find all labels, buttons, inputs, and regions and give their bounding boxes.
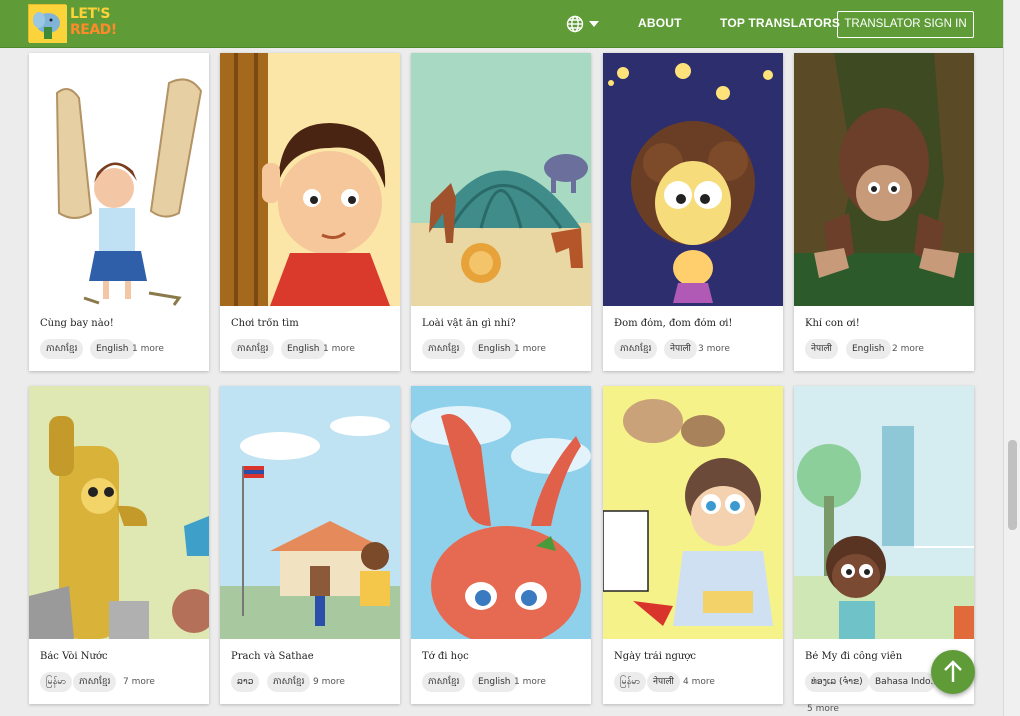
language-tag[interactable]: မြန်မာ xyxy=(40,672,73,692)
logo-wordmark: LET'S READ! xyxy=(70,6,118,38)
scroll-to-top-button[interactable] xyxy=(931,650,975,694)
book-title[interactable]: Tớ đi học xyxy=(422,651,584,662)
page-scrollbar[interactable] xyxy=(1003,0,1020,716)
nav-top-translators[interactable]: TOP TRANSLATORS xyxy=(720,16,840,30)
language-tag[interactable]: Bahasa Indo... xyxy=(869,672,935,692)
more-languages-label: 5 more xyxy=(807,704,839,714)
more-languages-label: 2 more xyxy=(892,344,924,354)
more-languages-label: 1 more xyxy=(132,344,164,354)
language-tag[interactable]: ភាសាខ្មែរ xyxy=(267,672,311,692)
more-languages-label: 4 more xyxy=(683,677,715,687)
translator-sign-in-button[interactable]: TRANSLATOR SIGN IN xyxy=(837,11,974,38)
book-card[interactable]: Khỉ con ơi! नेपाली English 2 more xyxy=(794,53,974,371)
book-card[interactable]: Chơi trốn tìm ភាសាខ្មែរ English 1 more xyxy=(220,53,400,371)
top-navbar: LET'S READ! ABOUT TOP TRANSLATORS TRANSL… xyxy=(0,0,1003,48)
language-tag[interactable]: English xyxy=(281,339,326,359)
language-tag[interactable]: ທ່ອງເລ (ຈຳຂ) xyxy=(805,672,869,692)
language-tag[interactable]: ភាសាខ្មែរ xyxy=(40,339,84,359)
elephant-logo-icon xyxy=(28,4,67,43)
language-tag[interactable]: ភាសាខ្មែរ xyxy=(231,339,275,359)
book-cover-image[interactable] xyxy=(411,53,591,306)
book-title[interactable]: Chơi trốn tìm xyxy=(231,318,393,329)
book-cover-image[interactable] xyxy=(411,386,591,639)
language-tag[interactable]: ភាសាខ្មែរ xyxy=(614,339,658,359)
book-card[interactable]: Bác Vòi Nước မြန်မာ ភាសាខ្មែរ 7 more xyxy=(29,386,209,704)
more-languages-label: 3 more xyxy=(698,344,730,354)
book-title[interactable]: Bác Vòi Nước xyxy=(40,651,202,662)
book-title[interactable]: Ngày trái ngược xyxy=(614,651,776,662)
book-cover-image[interactable] xyxy=(794,53,974,306)
book-card[interactable]: Tớ đi học ភាសាខ្មែរ English 1 more xyxy=(411,386,591,704)
globe-icon[interactable] xyxy=(566,15,584,33)
arrow-up-icon xyxy=(944,660,962,682)
language-tag[interactable]: English xyxy=(846,339,891,359)
language-tag[interactable]: ភាសាខ្មែរ xyxy=(422,672,466,692)
language-tag[interactable]: ລາວ xyxy=(231,672,260,692)
language-tag[interactable]: English xyxy=(472,672,517,692)
scrollbar-thumb[interactable] xyxy=(1008,440,1017,530)
book-title[interactable]: Loài vật ăn gì nhỉ? xyxy=(422,318,584,329)
language-tag[interactable]: ភាសាខ្មែរ xyxy=(422,339,466,359)
book-cover-image[interactable] xyxy=(29,386,209,639)
more-languages-label: 9 more xyxy=(313,677,345,687)
lets-read-logo[interactable]: LET'S READ! xyxy=(28,4,118,43)
language-tag[interactable]: မြန်မာ xyxy=(614,672,647,692)
book-card[interactable]: Prach và Sathae ລາວ ភាសាខ្មែរ 9 more xyxy=(220,386,400,704)
book-title[interactable]: Cùng bay nào! xyxy=(40,318,202,329)
book-cover-image[interactable] xyxy=(794,386,974,639)
language-tag[interactable]: ភាសាខ្មែរ xyxy=(73,672,117,692)
book-title[interactable]: Đom đóm, đom đóm ơi! xyxy=(614,318,776,329)
book-cover-image[interactable] xyxy=(220,53,400,306)
logo-line2: READ! xyxy=(70,22,117,38)
book-title[interactable]: Prach và Sathae xyxy=(231,651,393,662)
book-cover-image[interactable] xyxy=(603,53,783,306)
language-tag[interactable]: नेपाली xyxy=(805,339,838,359)
language-tag[interactable]: English xyxy=(472,339,517,359)
book-cover-image[interactable] xyxy=(603,386,783,639)
more-languages-label: 1 more xyxy=(514,677,546,687)
more-languages-label: 1 more xyxy=(514,344,546,354)
nav-about[interactable]: ABOUT xyxy=(638,16,682,30)
more-languages-label: 1 more xyxy=(323,344,355,354)
book-card[interactable]: Cùng bay nào! ភាសាខ្មែរ English 1 more xyxy=(29,53,209,371)
logo-line1: LET'S xyxy=(70,6,110,22)
language-tag[interactable]: नेपाली xyxy=(647,672,680,692)
book-cover-image[interactable] xyxy=(29,53,209,306)
language-tag[interactable]: नेपाली xyxy=(664,339,697,359)
book-card[interactable]: Ngày trái ngược မြန်မာ नेपाली 4 more xyxy=(603,386,783,704)
more-languages-label: 7 more xyxy=(123,677,155,687)
book-title[interactable]: Khỉ con ơi! xyxy=(805,318,967,329)
chevron-down-icon[interactable] xyxy=(589,21,599,27)
book-card[interactable]: Loài vật ăn gì nhỉ? ភាសាខ្មែរ English 1 … xyxy=(411,53,591,371)
book-card[interactable]: Đom đóm, đom đóm ơi! ភាសាខ្មែរ नेपाली 3 … xyxy=(603,53,783,371)
language-tag[interactable]: English xyxy=(90,339,135,359)
book-cover-image[interactable] xyxy=(220,386,400,639)
